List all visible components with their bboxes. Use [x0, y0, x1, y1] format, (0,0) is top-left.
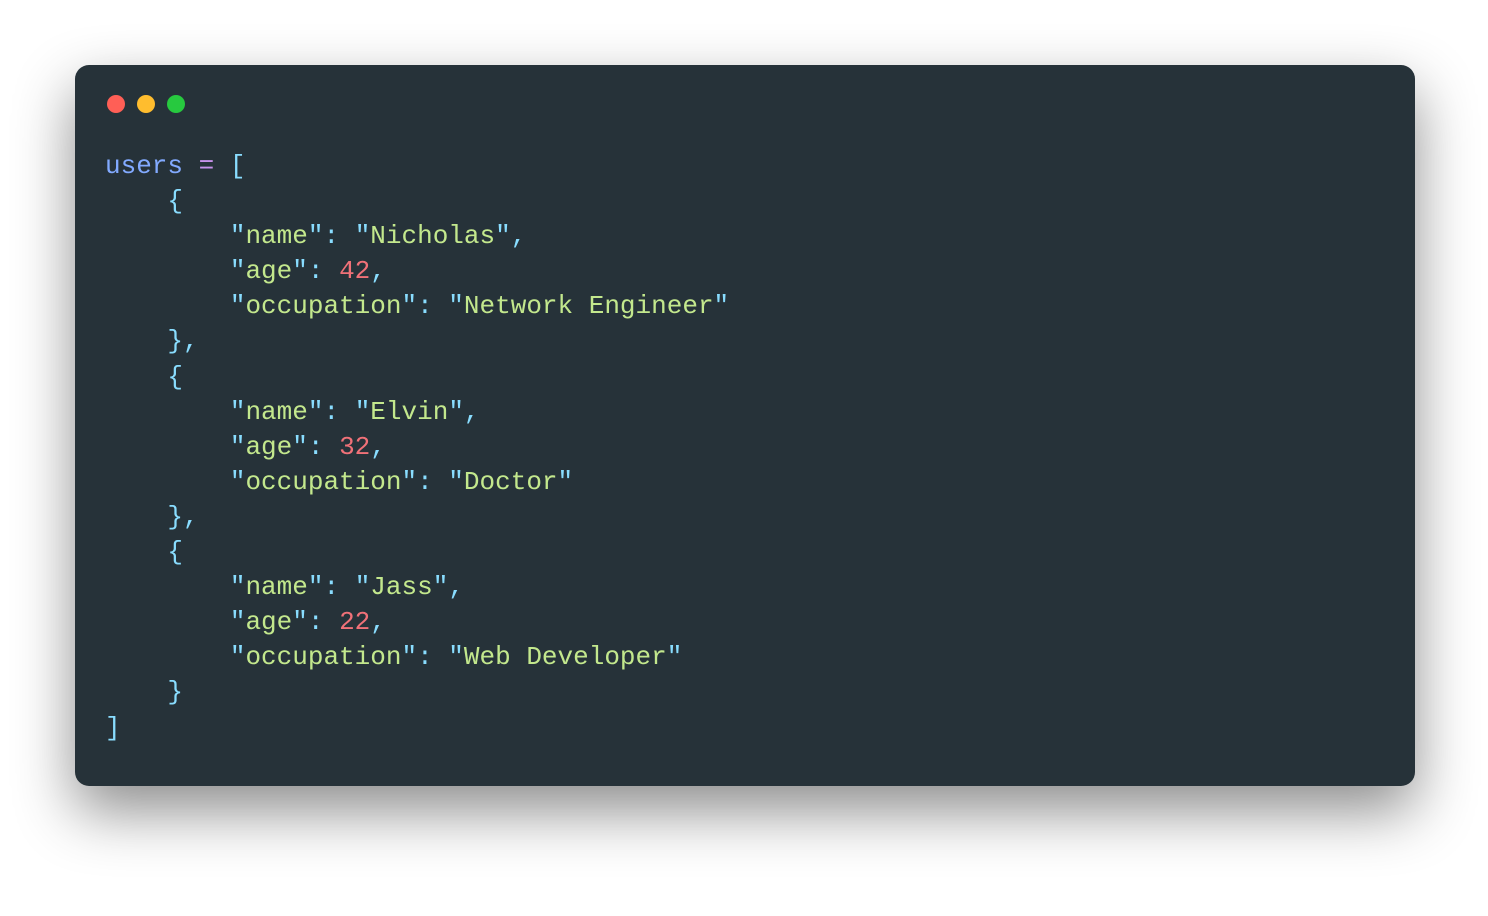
key-name: name: [245, 397, 307, 427]
user-1-age: 32: [339, 432, 370, 462]
key-occupation: occupation: [245, 291, 401, 321]
key-occupation: occupation: [245, 642, 401, 672]
key-name: name: [245, 221, 307, 251]
code-block: users = [ { "name": "Nicholas", "age": 4…: [105, 149, 1385, 746]
key-age: age: [245, 607, 292, 637]
user-1-occupation: Doctor: [464, 467, 558, 497]
equals-sign: =: [199, 151, 215, 181]
user-2-name: Jass: [370, 572, 432, 602]
window-traffic-lights: [107, 95, 1385, 113]
key-occupation: occupation: [245, 467, 401, 497]
user-2-age: 22: [339, 607, 370, 637]
user-0-occupation: Network Engineer: [464, 291, 714, 321]
key-age: age: [245, 256, 292, 286]
code-window: users = [ { "name": "Nicholas", "age": 4…: [75, 65, 1415, 786]
key-name: name: [245, 572, 307, 602]
user-2-occupation: Web Developer: [464, 642, 667, 672]
window-close-icon[interactable]: [107, 95, 125, 113]
user-1-name: Elvin: [370, 397, 448, 427]
key-age: age: [245, 432, 292, 462]
user-0-age: 42: [339, 256, 370, 286]
code-variable: users: [105, 151, 183, 181]
user-0-name: Nicholas: [370, 221, 495, 251]
window-zoom-icon[interactable]: [167, 95, 185, 113]
window-minimize-icon[interactable]: [137, 95, 155, 113]
